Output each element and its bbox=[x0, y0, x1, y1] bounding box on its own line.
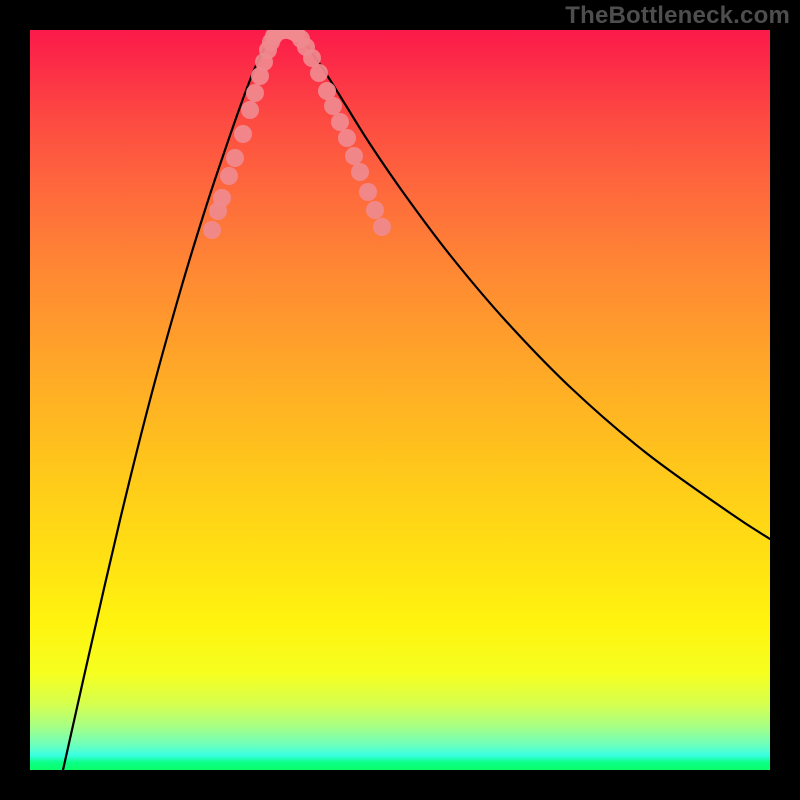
marker-dot bbox=[310, 64, 328, 82]
watermark-text: TheBottleneck.com bbox=[565, 2, 790, 30]
marker-dot bbox=[366, 201, 384, 219]
marker-group-left bbox=[203, 30, 301, 239]
marker-dot bbox=[246, 84, 264, 102]
marker-dot bbox=[234, 125, 252, 143]
marker-dot bbox=[359, 183, 377, 201]
marker-dot bbox=[226, 149, 244, 167]
marker-dot bbox=[324, 97, 342, 115]
line-right-arm bbox=[293, 31, 770, 539]
marker-dot bbox=[203, 221, 221, 239]
curves-svg bbox=[30, 30, 770, 770]
marker-dot bbox=[241, 101, 259, 119]
marker-dot bbox=[338, 129, 356, 147]
marker-dot bbox=[331, 113, 349, 131]
marker-dot bbox=[213, 189, 231, 207]
marker-dot bbox=[220, 167, 238, 185]
marker-dot bbox=[351, 163, 369, 181]
marker-group-right bbox=[287, 30, 391, 236]
chart-frame: TheBottleneck.com bbox=[0, 0, 800, 800]
marker-dot bbox=[373, 218, 391, 236]
marker-dot bbox=[345, 147, 363, 165]
plot-area bbox=[30, 30, 770, 770]
